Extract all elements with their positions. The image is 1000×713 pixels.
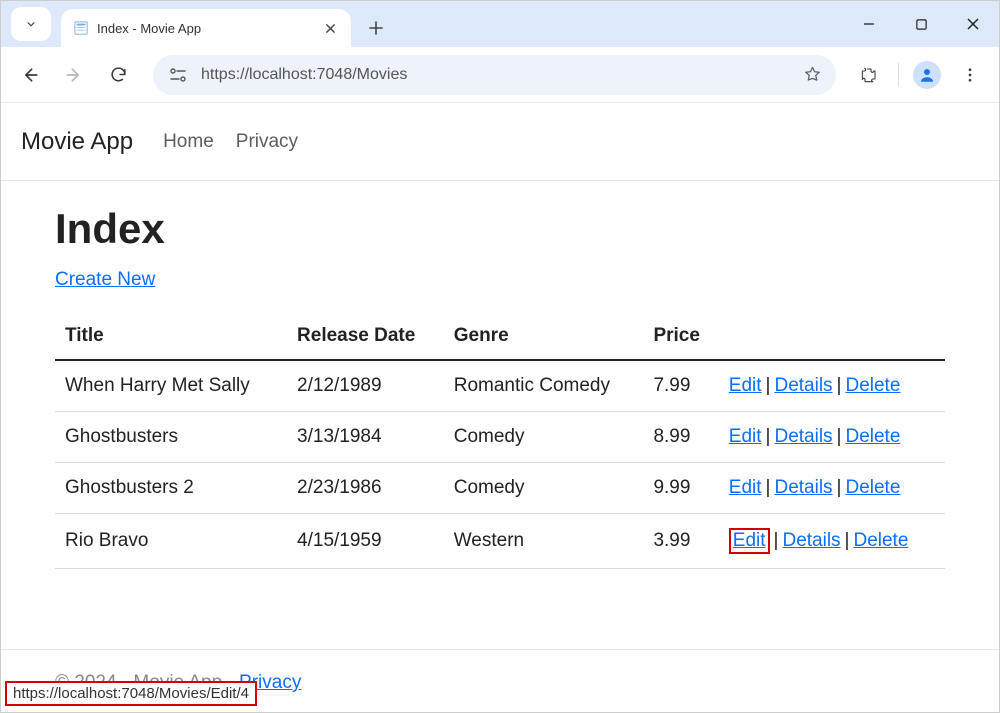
cell-price: 9.99 — [643, 463, 718, 514]
address-bar[interactable]: https://localhost:7048/Movies — [153, 55, 836, 95]
nav-link-home[interactable]: Home — [163, 131, 214, 153]
minimize-button[interactable] — [843, 1, 895, 47]
table-row: Ghostbusters 22/23/1986Comedy9.99Edit|De… — [55, 463, 945, 514]
tab-title: Index - Movie App — [97, 21, 313, 36]
close-icon — [325, 23, 336, 34]
page-viewport: Movie App Home Privacy Index Create New … — [1, 103, 999, 712]
edit-link[interactable]: Edit — [729, 426, 762, 447]
reload-button[interactable] — [99, 56, 137, 94]
maximize-button[interactable] — [895, 1, 947, 47]
cell-genre: Comedy — [444, 463, 644, 514]
delete-link[interactable]: Delete — [845, 375, 900, 396]
edit-link[interactable]: Edit — [729, 375, 762, 396]
cell-title: Rio Bravo — [55, 514, 287, 569]
create-new-link[interactable]: Create New — [55, 269, 155, 291]
cell-release-date: 4/15/1959 — [287, 514, 444, 569]
delete-link[interactable]: Delete — [845, 426, 900, 447]
arrow-left-icon — [20, 65, 40, 85]
separator: | — [770, 530, 783, 551]
separator: | — [833, 375, 846, 396]
arrow-right-icon — [64, 65, 84, 85]
separator: | — [833, 426, 846, 447]
url-text: https://localhost:7048/Movies — [201, 66, 791, 84]
cell-release-date: 2/12/1989 — [287, 360, 444, 412]
star-icon — [803, 65, 822, 84]
th-price: Price — [643, 313, 718, 360]
th-actions — [719, 313, 945, 360]
site-settings-icon[interactable] — [167, 64, 189, 86]
person-icon — [918, 66, 936, 84]
window-controls — [843, 1, 999, 47]
new-tab-button[interactable] — [361, 13, 391, 43]
tabs-dropdown-button[interactable] — [11, 7, 51, 41]
minimize-icon — [862, 17, 876, 31]
th-release-date: Release Date — [287, 313, 444, 360]
status-bar-hover-url: https://localhost:7048/Movies/Edit/4 — [5, 681, 257, 706]
separator: | — [762, 477, 775, 498]
main-container: Index Create New Title Release Date Genr… — [1, 181, 999, 609]
cell-title: When Harry Met Sally — [55, 360, 287, 412]
cell-price: 7.99 — [643, 360, 718, 412]
profile-button[interactable] — [913, 61, 941, 89]
edit-link[interactable]: Edit — [729, 477, 762, 498]
cell-actions: Edit|Details|Delete — [719, 412, 945, 463]
tab-close-button[interactable] — [321, 19, 339, 37]
movies-table: Title Release Date Genre Price When Harr… — [55, 313, 945, 569]
details-link[interactable]: Details — [774, 477, 832, 498]
browser-titlebar: Index - Movie App — [1, 1, 999, 47]
close-icon — [966, 17, 980, 31]
details-link[interactable]: Details — [782, 530, 840, 551]
back-button[interactable] — [11, 56, 49, 94]
cell-price: 3.99 — [643, 514, 718, 569]
puzzle-icon — [859, 65, 879, 85]
extensions-button[interactable] — [850, 56, 888, 94]
cell-actions: Edit|Details|Delete — [719, 514, 945, 569]
app-navbar: Movie App Home Privacy — [1, 103, 999, 181]
th-genre: Genre — [444, 313, 644, 360]
bookmark-button[interactable] — [803, 65, 822, 84]
cell-genre: Western — [444, 514, 644, 569]
table-row: When Harry Met Sally2/12/1989Romantic Co… — [55, 360, 945, 412]
chevron-down-icon — [24, 17, 38, 31]
table-header-row: Title Release Date Genre Price — [55, 313, 945, 360]
cell-actions: Edit|Details|Delete — [719, 463, 945, 514]
browser-toolbar: https://localhost:7048/Movies — [1, 47, 999, 103]
cell-release-date: 3/13/1984 — [287, 412, 444, 463]
reload-icon — [109, 65, 128, 84]
nav-link-privacy[interactable]: Privacy — [236, 131, 298, 153]
tab-favicon-icon — [73, 20, 89, 36]
cell-genre: Romantic Comedy — [444, 360, 644, 412]
details-link[interactable]: Details — [774, 426, 832, 447]
separator: | — [833, 477, 846, 498]
menu-button[interactable] — [951, 56, 989, 94]
delete-link[interactable]: Delete — [845, 477, 900, 498]
th-title: Title — [55, 313, 287, 360]
browser-tab[interactable]: Index - Movie App — [61, 9, 351, 47]
cell-price: 8.99 — [643, 412, 718, 463]
cell-title: Ghostbusters 2 — [55, 463, 287, 514]
forward-button[interactable] — [55, 56, 93, 94]
table-row: Ghostbusters3/13/1984Comedy8.99Edit|Deta… — [55, 412, 945, 463]
kebab-icon — [961, 66, 979, 84]
table-row: Rio Bravo4/15/1959Western3.99Edit|Detail… — [55, 514, 945, 569]
close-window-button[interactable] — [947, 1, 999, 47]
separator: | — [762, 375, 775, 396]
plus-icon — [368, 20, 384, 36]
page-title: Index — [55, 205, 945, 253]
separator: | — [762, 426, 775, 447]
cell-title: Ghostbusters — [55, 412, 287, 463]
maximize-icon — [915, 18, 928, 31]
brand-link[interactable]: Movie App — [21, 128, 133, 156]
edit-link[interactable]: Edit — [729, 528, 770, 554]
delete-link[interactable]: Delete — [853, 530, 908, 551]
cell-actions: Edit|Details|Delete — [719, 360, 945, 412]
separator: | — [841, 530, 854, 551]
nav-links: Home Privacy — [163, 131, 298, 153]
cell-release-date: 2/23/1986 — [287, 463, 444, 514]
separator — [898, 63, 899, 87]
details-link[interactable]: Details — [774, 375, 832, 396]
cell-genre: Comedy — [444, 412, 644, 463]
